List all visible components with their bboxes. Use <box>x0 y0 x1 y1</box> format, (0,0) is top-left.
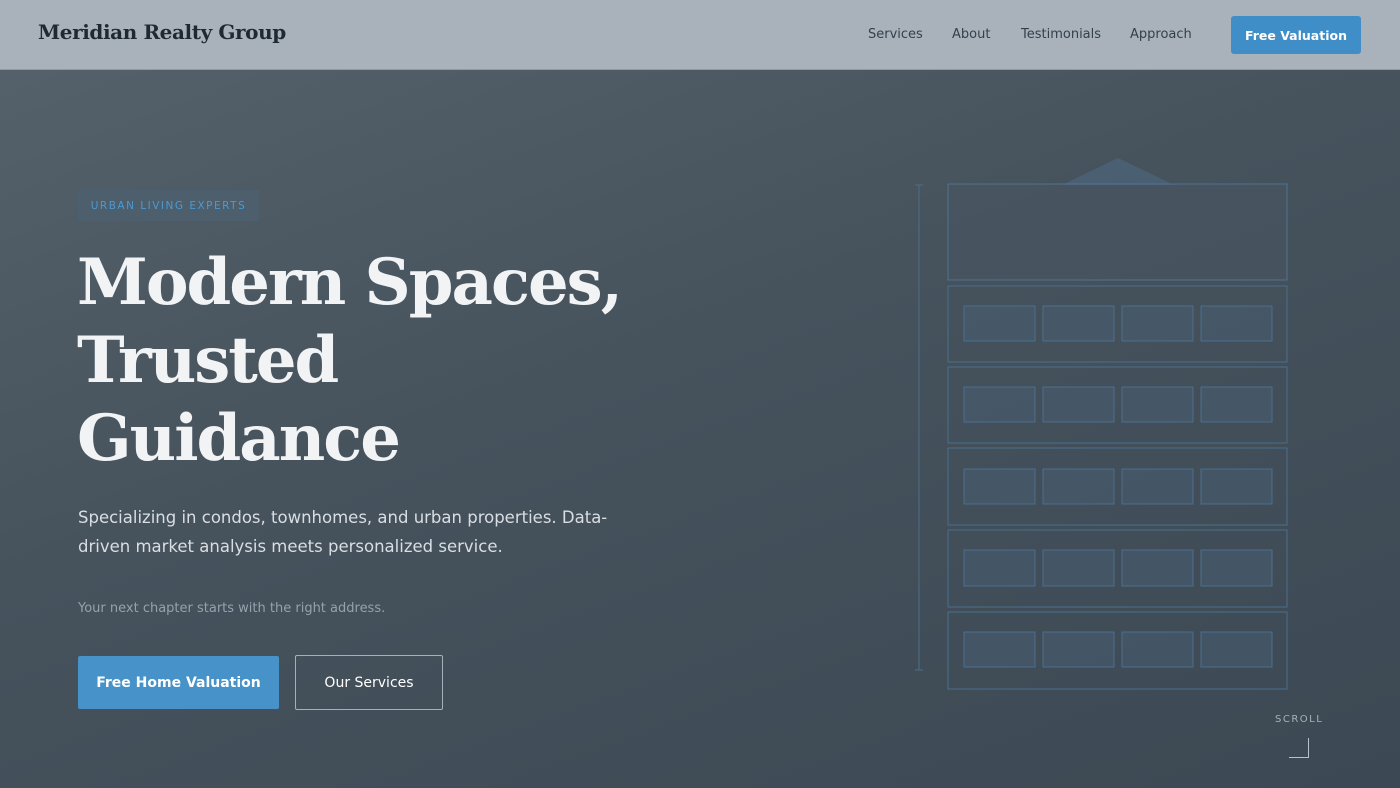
brand-logo[interactable]: Meridian Realty Group <box>38 20 286 44</box>
scroll-label[interactable]: SCROLL <box>1275 714 1323 725</box>
our-services-button[interactable]: Our Services <box>295 655 443 710</box>
hero-headline: Modern Spaces, Trusted Guidance <box>77 244 677 478</box>
nav-testimonials[interactable]: Testimonials <box>1021 27 1101 42</box>
eyebrow-badge: URBAN LIVING EXPERTS <box>78 190 259 221</box>
building-roof <box>1062 158 1174 185</box>
nav-services[interactable]: Services <box>868 27 923 42</box>
headline-line-3: Guidance <box>77 401 401 476</box>
hero-tagline: Your next chapter starts with the right … <box>78 601 386 616</box>
building-outline-icon <box>915 158 1288 690</box>
nav-approach[interactable]: Approach <box>1130 27 1192 42</box>
scroll-down-corner-icon[interactable] <box>1289 738 1309 758</box>
headline-line-2: Trusted <box>77 323 339 398</box>
building-top-block <box>947 183 1288 281</box>
free-home-valuation-button[interactable]: Free Home Valuation <box>78 656 279 709</box>
hero-subtitle: Specializing in condos, townhomes, and u… <box>78 508 608 556</box>
site-header: Meridian Realty Group Services About Tes… <box>0 0 1400 70</box>
headline-line-1: Modern Spaces, <box>77 245 623 320</box>
building-windows <box>963 305 1273 668</box>
free-valuation-button[interactable]: Free Valuation <box>1231 16 1361 54</box>
nav-about[interactable]: About <box>952 27 990 42</box>
